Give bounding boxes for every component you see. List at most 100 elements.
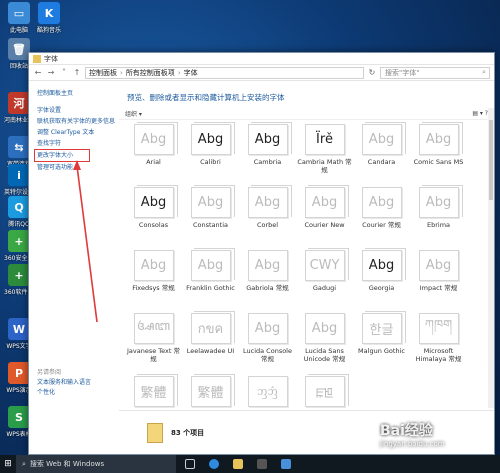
font-preview-icon: CWY bbox=[304, 248, 349, 281]
font-name: Lucida Sans Unicode 常规 bbox=[303, 347, 346, 363]
font-tile[interactable]: Abg Lucida Console 常规 bbox=[239, 313, 296, 376]
scrollbar[interactable] bbox=[488, 108, 494, 408]
see-also-link[interactable]: 个性化 bbox=[37, 388, 91, 398]
font-preview-icon: Abg bbox=[190, 122, 235, 155]
font-preview-icon: Abg bbox=[190, 248, 235, 281]
font-name: Gabriola 常规 bbox=[246, 284, 289, 292]
font-preview-icon: Abg bbox=[304, 313, 345, 344]
font-grid: Abg Arial Abg Calibri Abg Cambria Ïrě Cambria M… bbox=[125, 122, 485, 439]
up-icon[interactable]: ↑ bbox=[72, 68, 82, 77]
font-preview-icon: กขค bbox=[190, 311, 235, 344]
font-tile[interactable]: Abg Consolas bbox=[125, 185, 182, 250]
breadcrumb-item[interactable]: 所有控制面板项 bbox=[126, 68, 175, 78]
font-tile[interactable]: Abg Gabriola 常规 bbox=[239, 250, 296, 313]
font-tile[interactable]: Ïrě Cambria Math 常规 bbox=[296, 124, 353, 187]
window-title: 字体 bbox=[44, 54, 58, 63]
font-tile[interactable]: Abg Calibri bbox=[182, 122, 239, 187]
refresh-icon[interactable]: ↻ bbox=[367, 68, 377, 77]
font-tile[interactable]: Abg Ebrima bbox=[410, 185, 467, 250]
app-icon: ▭ bbox=[8, 2, 30, 24]
font-preview-icon: Abg bbox=[361, 248, 406, 281]
app-icon: + bbox=[8, 264, 30, 286]
breadcrumb-item[interactable]: 字体 bbox=[184, 68, 198, 78]
app-icon: K bbox=[38, 2, 60, 24]
font-tile[interactable]: Abg Georgia bbox=[353, 248, 410, 313]
scrollbar-thumb[interactable] bbox=[489, 120, 493, 200]
font-preview-icon: Abg bbox=[133, 185, 178, 218]
font-tile[interactable]: Abg Fixedsys 常规 bbox=[125, 250, 182, 313]
font-name: Ebrima bbox=[426, 221, 451, 229]
chevron-down-icon[interactable]: ˅ bbox=[59, 68, 69, 77]
view-options-icon[interactable]: ▤ ▾ ? bbox=[472, 110, 488, 117]
font-name: Franklin Gothic bbox=[186, 284, 235, 292]
font-tile[interactable]: Abg Corbel bbox=[239, 185, 296, 250]
font-preview-icon: ᦀᦁ bbox=[247, 376, 288, 407]
font-name: Courier New bbox=[304, 221, 345, 229]
font-name: Impact 常规 bbox=[419, 284, 458, 292]
back-icon[interactable]: ← bbox=[33, 68, 43, 77]
organize-button[interactable]: 组织 ▾ bbox=[125, 109, 142, 118]
forward-icon[interactable]: → bbox=[46, 68, 56, 77]
desktop-icon-label: 酷狗音乐 bbox=[36, 27, 61, 34]
address-bar[interactable]: 控制面板 › 所有控制面板项 › 字体 bbox=[85, 66, 364, 79]
app-icon: 🗑 bbox=[8, 38, 30, 60]
sidebar-link[interactable]: 调整 ClearType 文本 bbox=[37, 127, 117, 138]
font-tile[interactable]: Abg Franklin Gothic bbox=[182, 248, 239, 313]
app-icon: P bbox=[8, 362, 30, 384]
taskbar-search[interactable]: ⌕ 搜索 Web 和 Windows bbox=[16, 455, 176, 473]
app-icon: W bbox=[8, 318, 30, 340]
control-panel-icon[interactable] bbox=[276, 455, 296, 473]
app-icon: S bbox=[8, 406, 30, 428]
desktop-icon[interactable]: K 酷狗音乐 bbox=[34, 2, 64, 34]
font-preview-icon: 한글 bbox=[361, 311, 406, 344]
font-preview-icon: Abg bbox=[361, 122, 406, 155]
font-tile[interactable]: Abg Cambria bbox=[239, 122, 296, 187]
search-icon: ⌕ bbox=[22, 459, 26, 468]
store-icon[interactable] bbox=[252, 455, 272, 473]
sidebar-link[interactable]: 更改字体大小 bbox=[34, 149, 90, 162]
font-preview-icon: Abg bbox=[247, 185, 292, 218]
browser-icon[interactable] bbox=[204, 455, 224, 473]
item-count: 83 个项目 bbox=[171, 428, 205, 437]
font-preview-icon: Abg bbox=[418, 185, 463, 218]
font-tile[interactable]: Abg Lucida Sans Unicode 常规 bbox=[296, 313, 353, 376]
font-name: Cambria Math 常规 bbox=[297, 158, 352, 174]
font-tile[interactable]: Abg Comic Sans MS bbox=[410, 122, 467, 187]
font-tile[interactable]: ꦄꦧ Javanese Text 常规 bbox=[125, 313, 182, 376]
font-preview-icon: ꦄꦧ bbox=[133, 313, 174, 344]
sidebar-link[interactable]: 控制面板主页 bbox=[37, 88, 117, 99]
file-explorer-icon[interactable] bbox=[228, 455, 248, 473]
font-preview-icon: Abg bbox=[133, 250, 174, 281]
search-input[interactable]: 搜索"字体" ⌕ bbox=[380, 66, 490, 79]
font-name: Microsoft Himalaya 常规 bbox=[415, 347, 462, 363]
sidebar-link[interactable]: 字体设置 bbox=[37, 105, 117, 116]
sidebar-link[interactable]: 联机获取有关字体的更多信息 bbox=[37, 116, 117, 127]
window-body: 控制面板主页 字体设置 联机获取有关字体的更多信息 调整 ClearType 文本 查找… bbox=[29, 82, 494, 454]
font-name: Calibri bbox=[200, 158, 221, 166]
sidebar-link[interactable]: 管理可选功能 bbox=[37, 162, 117, 173]
watermark: Bai经验 jingyan.baidu.com bbox=[380, 423, 445, 448]
font-tile[interactable]: Abg Candara bbox=[353, 122, 410, 187]
font-tile[interactable]: 한글 Malgun Gothic bbox=[353, 311, 410, 376]
font-tile[interactable]: CWY Gadugi bbox=[296, 248, 353, 313]
font-preview-icon: Abg bbox=[133, 122, 178, 155]
font-name: Consolas bbox=[138, 221, 169, 229]
breadcrumb-item[interactable]: 控制面板 bbox=[89, 68, 117, 78]
desktop-icon-label: 此电脑 bbox=[9, 27, 28, 34]
font-tile[interactable]: Abg Courier New bbox=[296, 185, 353, 250]
font-tile[interactable]: ཀཁག Microsoft Himalaya 常规 bbox=[410, 313, 467, 376]
font-tile[interactable]: Abg Constantia bbox=[182, 185, 239, 250]
font-preview-icon: 繁體 bbox=[133, 374, 178, 407]
font-tile[interactable]: Abg Arial bbox=[125, 122, 182, 187]
app-icon: Q bbox=[8, 196, 30, 218]
font-tile[interactable]: Abg Courier 常规 bbox=[353, 187, 410, 250]
font-tile[interactable]: Abg Impact 常规 bbox=[410, 250, 467, 313]
see-also-link[interactable]: 文本服务和输入语言 bbox=[37, 378, 91, 388]
font-preview-icon: Abg bbox=[418, 122, 463, 155]
font-tile[interactable]: กขค Leelawadee UI bbox=[182, 311, 239, 376]
font-preview-icon: Abg bbox=[304, 185, 349, 218]
desktop-icon[interactable]: ▭ 此电脑 bbox=[4, 2, 34, 34]
sidebar-link[interactable]: 查找字符 bbox=[37, 138, 117, 149]
start-button[interactable]: ⊞ bbox=[0, 455, 16, 473]
task-view-icon[interactable] bbox=[180, 455, 200, 473]
